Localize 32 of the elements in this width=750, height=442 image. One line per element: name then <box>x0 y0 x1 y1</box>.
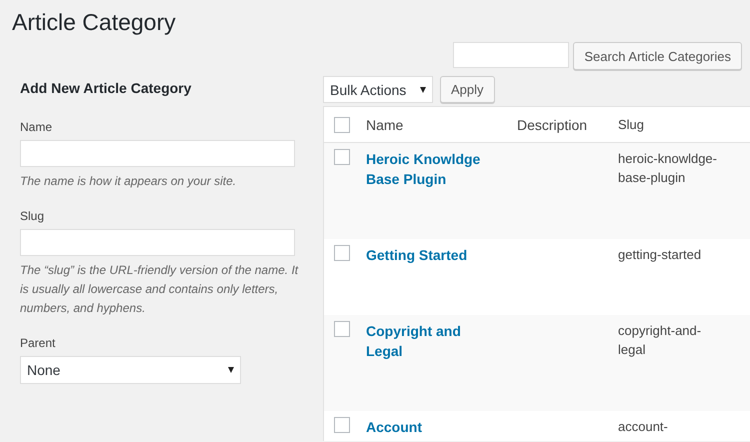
category-name-link[interactable]: Copyright and Legal <box>366 321 487 361</box>
slug-text: heroic-knowldge-base-plugin <box>618 150 718 187</box>
apply-button[interactable]: Apply <box>440 76 495 103</box>
field-label: Slug <box>20 209 46 223</box>
input-field[interactable] <box>20 229 295 256</box>
column-header[interactable]: Name <box>366 116 517 132</box>
slug-text: account- <box>618 418 669 436</box>
category-name-link[interactable]: Getting Started <box>366 245 487 265</box>
form-heading: Add New Article Category <box>20 80 192 96</box>
caret-icon <box>420 86 426 92</box>
help-text: The “slug” is the URL-friendly version of the name. It is usually all lowercase and contains only letters, numbers, and hyphens. <box>20 262 300 317</box>
input-field[interactable] <box>20 140 295 167</box>
row-checkbox[interactable] <box>334 149 350 165</box>
select-all-checkbox[interactable] <box>334 116 350 132</box>
bulk-actions-dropdown[interactable]: Bulk Actions <box>323 76 433 103</box>
field-label: Name <box>20 120 54 134</box>
help-text: The name is how it appears on your site. <box>20 173 238 190</box>
search-button[interactable]: Search Article Categories <box>573 42 742 70</box>
field-label: Parent <box>20 336 56 350</box>
row-checkbox[interactable] <box>334 321 350 337</box>
row-checkbox[interactable] <box>334 417 350 433</box>
page-title: Article Category <box>12 8 177 37</box>
category-name-link[interactable]: Account <box>366 417 487 437</box>
parent-dropdown[interactable]: None <box>20 356 241 384</box>
row-checkbox[interactable] <box>334 245 350 261</box>
category-name-link[interactable]: Heroic Knowldge Base Plugin <box>366 149 487 189</box>
caret-icon <box>228 367 234 373</box>
column-header: Description <box>517 116 588 132</box>
search-field[interactable] <box>453 42 570 68</box>
slug-text: copyright-and-legal <box>618 322 702 359</box>
column-header[interactable]: Slug <box>618 115 718 134</box>
slug-text: getting-started <box>618 246 702 264</box>
